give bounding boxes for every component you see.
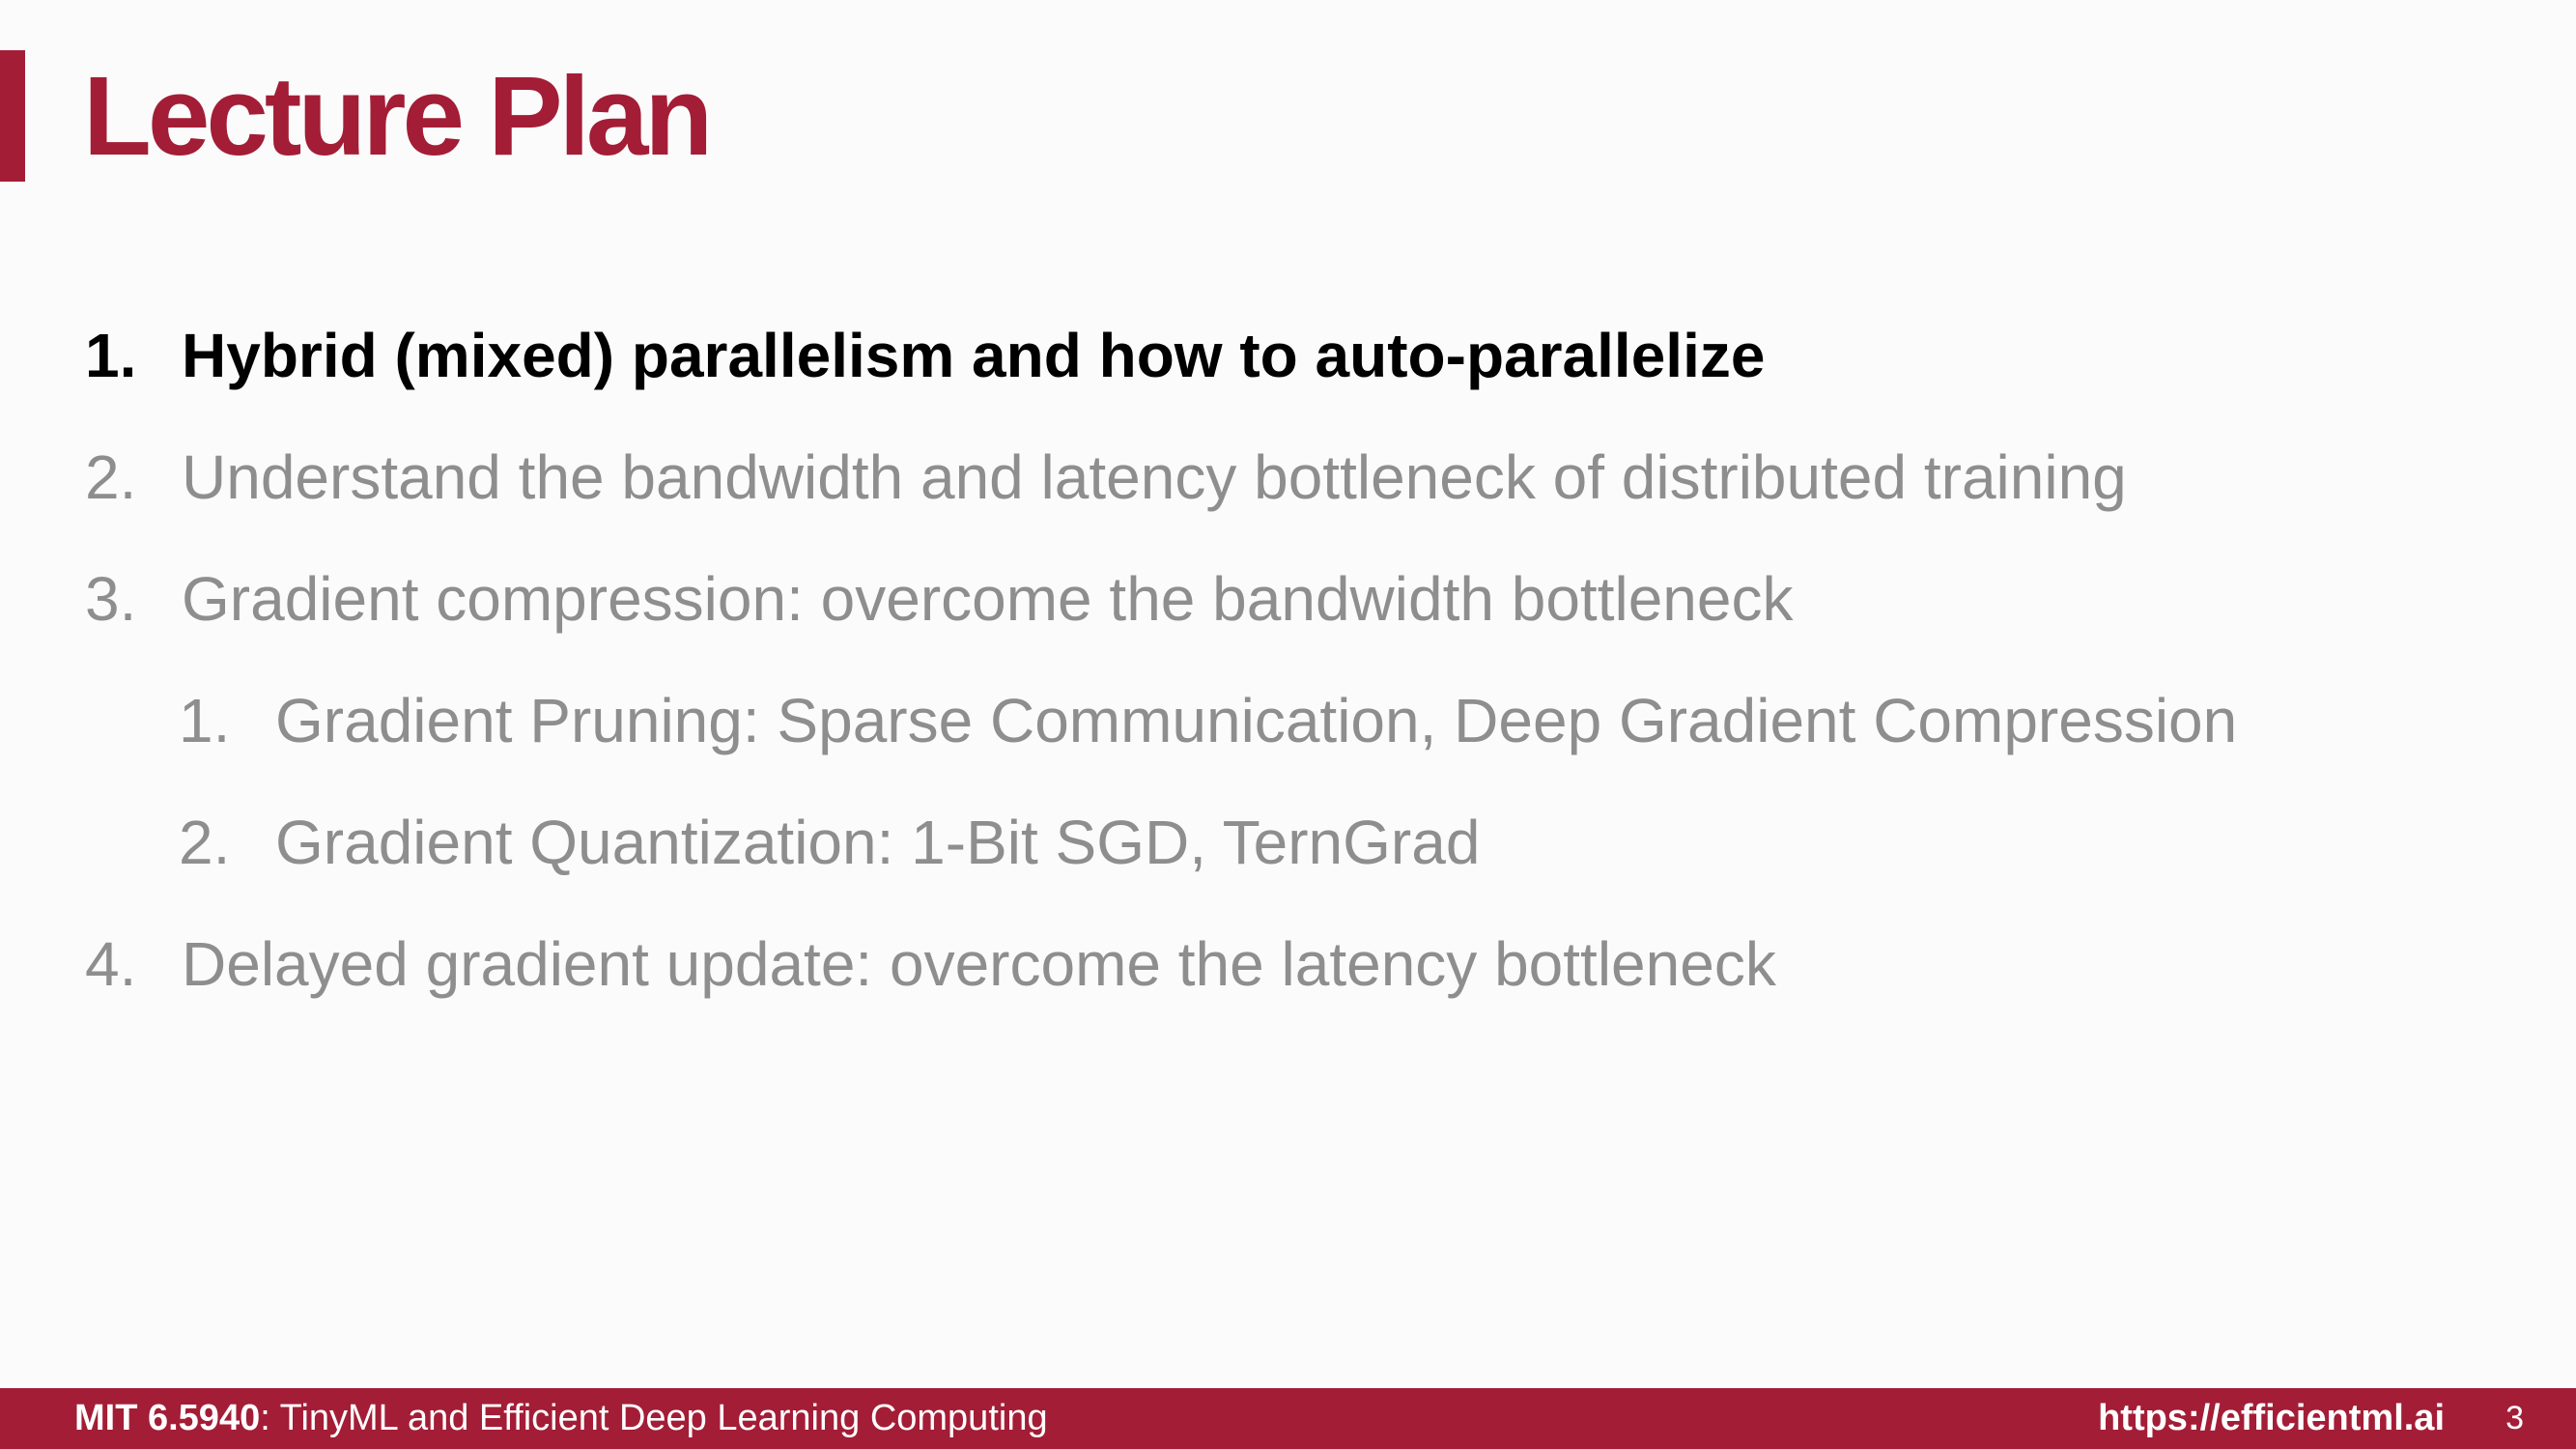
page-number: 3 bbox=[2505, 1400, 2524, 1436]
plan-item-number: 1. bbox=[85, 321, 137, 390]
plan-item-text: Gradient compression: overcome the bandw… bbox=[182, 564, 1794, 634]
plan-item-delayed-update: 4. Delayed gradient update: overcome the… bbox=[85, 925, 1776, 1003]
plan-item-number: 2. bbox=[85, 442, 137, 512]
plan-item-gradient-compression: 3. Gradient compression: overcome the ba… bbox=[85, 560, 1793, 638]
plan-item-text: Hybrid (mixed) parallelism and how to au… bbox=[182, 321, 1766, 390]
course-code: MIT 6.5940 bbox=[74, 1398, 261, 1438]
plan-subitem-gradient-quantization: 2. Gradient Quantization: 1-Bit SGD, Ter… bbox=[179, 804, 1480, 881]
plan-item-number: 1. bbox=[179, 686, 231, 755]
plan-item-text: Understand the bandwidth and latency bot… bbox=[182, 442, 2127, 512]
lecture-plan-list: 1. Hybrid (mixed) parallelism and how to… bbox=[0, 0, 2576, 1352]
plan-item-number: 4. bbox=[85, 929, 137, 999]
footer-url[interactable]: https://efficientml.ai bbox=[2098, 1388, 2445, 1449]
plan-item-text: Gradient Quantization: 1-Bit SGD, TernGr… bbox=[275, 808, 1481, 877]
plan-item-number: 3. bbox=[85, 564, 137, 634]
plan-item-text: Delayed gradient update: overcome the la… bbox=[182, 929, 1776, 999]
plan-item-text: Gradient Pruning: Sparse Communication, … bbox=[275, 686, 2238, 755]
plan-subitem-gradient-pruning: 1. Gradient Pruning: Sparse Communicatio… bbox=[179, 682, 2237, 759]
course-title: : TinyML and Efficient Deep Learning Com… bbox=[260, 1398, 1048, 1438]
plan-item-hybrid-parallelism: 1. Hybrid (mixed) parallelism and how to… bbox=[85, 317, 1765, 394]
footer-course: MIT 6.5940: TinyML and Efficient Deep Le… bbox=[74, 1388, 1048, 1449]
plan-item-bottleneck: 2. Understand the bandwidth and latency … bbox=[85, 439, 2127, 516]
slide-footer: MIT 6.5940: TinyML and Efficient Deep Le… bbox=[0, 1388, 2576, 1449]
plan-item-number: 2. bbox=[179, 808, 231, 877]
